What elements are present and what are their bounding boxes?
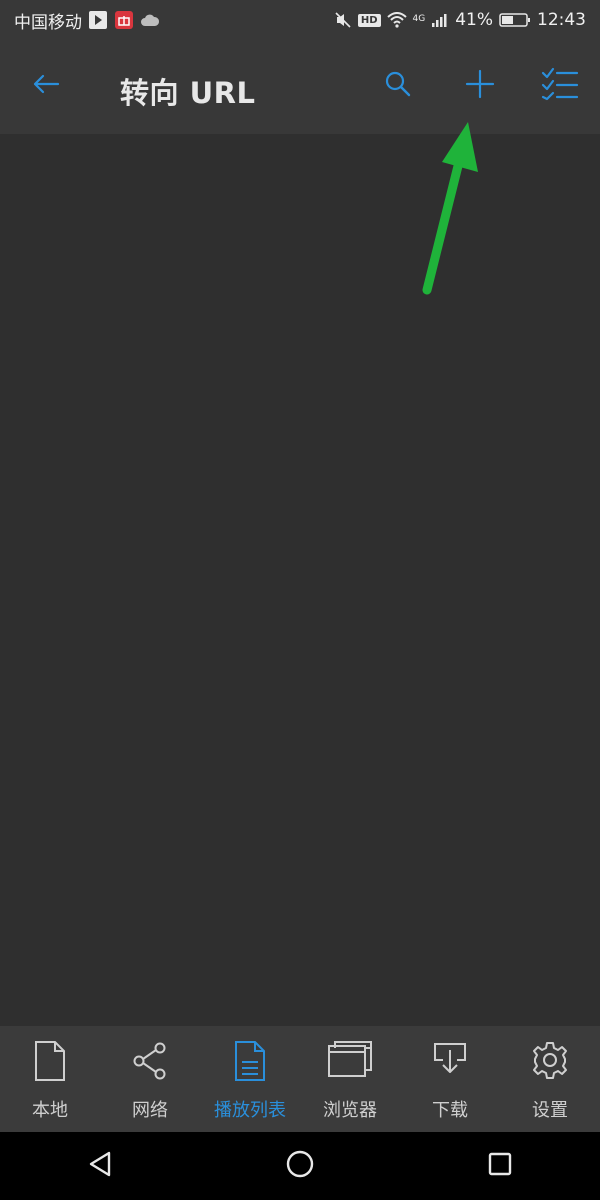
clock: 12:43 xyxy=(537,10,586,30)
status-right: HD 4G 41% 12:43 xyxy=(334,10,586,30)
nav-label-local: 本地 xyxy=(32,1100,68,1121)
circle-home-icon xyxy=(285,1149,315,1183)
windows-icon xyxy=(327,1040,373,1086)
square-recents-icon xyxy=(487,1151,513,1181)
battery-icon xyxy=(499,12,531,28)
nav-item-playlist[interactable]: 播放列表 xyxy=(200,1026,300,1132)
search-button[interactable] xyxy=(376,64,420,108)
system-back-button[interactable] xyxy=(70,1136,130,1196)
playlist-content-area xyxy=(0,134,600,1026)
share-icon xyxy=(132,1040,168,1086)
hd-label: HD xyxy=(360,14,378,26)
bottom-nav: 本地 网络 播放列表 浏览器 下载 设置 xyxy=(0,1026,600,1132)
hd-icon: HD xyxy=(357,13,381,27)
nav-item-network[interactable]: 网络 xyxy=(100,1026,200,1132)
nav-label-browser: 浏览器 xyxy=(323,1100,377,1121)
gear-icon xyxy=(530,1040,570,1086)
app-bar: 转向 URL xyxy=(0,40,600,134)
nav-label-playlist: 播放列表 xyxy=(214,1100,286,1121)
gift-notification-icon xyxy=(114,10,134,30)
wifi-icon xyxy=(386,12,407,28)
nav-label-download: 下载 xyxy=(432,1100,468,1121)
nav-label-network: 网络 xyxy=(132,1100,168,1121)
system-nav-bar xyxy=(0,1132,600,1200)
back-button[interactable] xyxy=(24,64,68,108)
nav-item-download[interactable]: 下载 xyxy=(400,1026,500,1132)
add-button[interactable] xyxy=(458,64,502,108)
document-icon xyxy=(234,1040,266,1086)
page-title: 转向 URL xyxy=(120,76,256,110)
system-recents-button[interactable] xyxy=(470,1136,530,1196)
status-bar: 中国移动 HD 4G 41% 12:43 xyxy=(0,0,600,40)
triangle-back-icon xyxy=(87,1150,113,1182)
status-left: 中国移动 xyxy=(14,8,160,33)
search-icon xyxy=(384,70,412,102)
signal-icon xyxy=(431,12,449,28)
battery-percent: 41% xyxy=(455,10,493,30)
back-arrow-icon xyxy=(32,74,60,98)
download-icon xyxy=(432,1040,468,1086)
carrier-label: 中国移动 xyxy=(14,12,82,33)
mute-icon xyxy=(334,11,352,29)
plus-icon xyxy=(465,69,495,103)
file-icon xyxy=(34,1040,66,1086)
nav-item-settings[interactable]: 设置 xyxy=(500,1026,600,1132)
annotation-arrow xyxy=(410,118,490,302)
select-mode-button[interactable] xyxy=(538,64,582,108)
nav-label-settings: 设置 xyxy=(532,1100,568,1121)
cloud-icon xyxy=(140,13,160,27)
checklist-icon xyxy=(541,67,579,105)
play-notification-icon xyxy=(88,10,108,30)
nav-item-local[interactable]: 本地 xyxy=(0,1026,100,1132)
system-home-button[interactable] xyxy=(270,1136,330,1196)
network-type-label: 4G xyxy=(412,14,426,24)
nav-item-browser[interactable]: 浏览器 xyxy=(300,1026,400,1132)
